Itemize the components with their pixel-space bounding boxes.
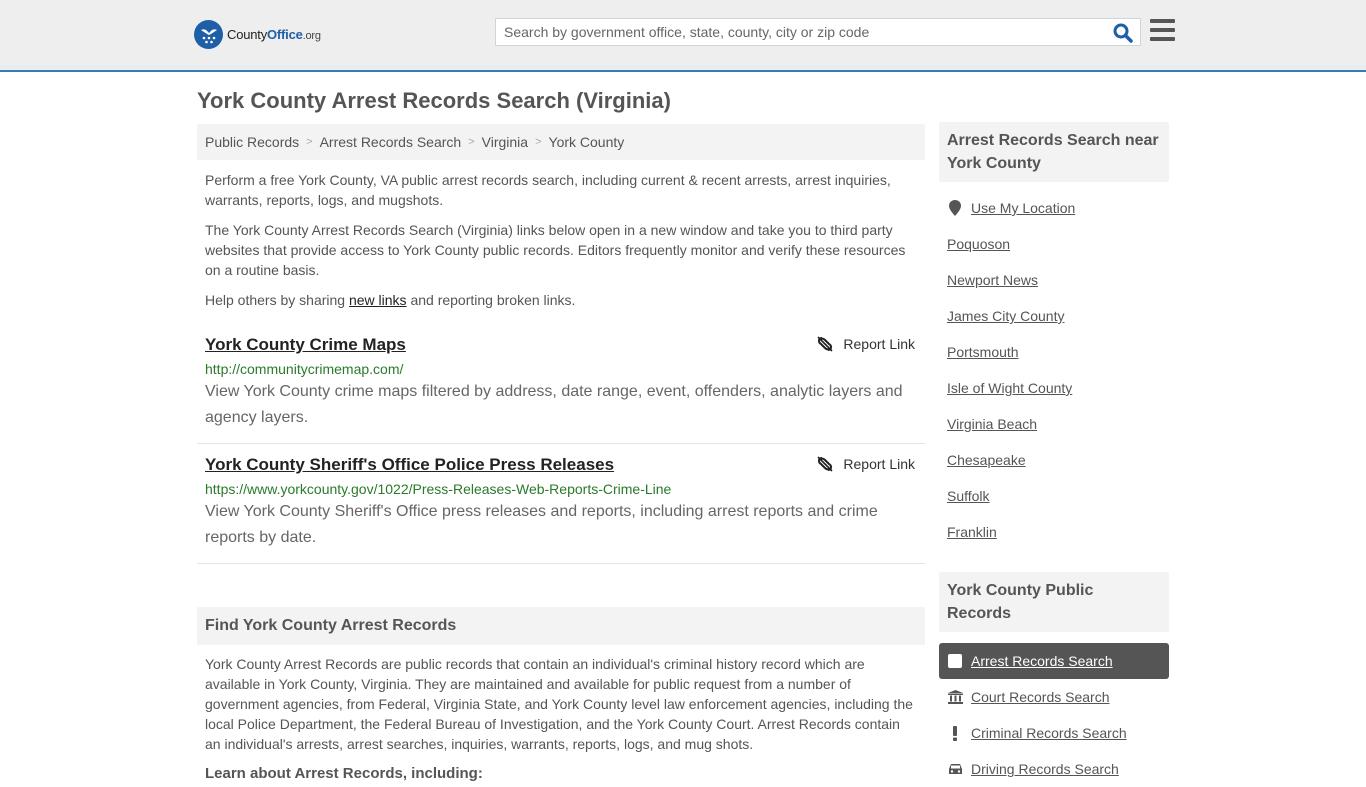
resource-link-description: View York County crime maps filtered by … [205, 383, 903, 426]
intro: Perform a free York County, VA public ar… [197, 170, 925, 310]
site-header: CountyOffice.org [0, 0, 1366, 72]
exclamation-icon [947, 725, 963, 741]
records-item-driving[interactable]: Driving Records Search [939, 751, 1169, 787]
nearby-link-james-city-county[interactable]: James City County [947, 308, 1064, 324]
nearby-link-isle-of-wight-county[interactable]: Isle of Wight County [947, 380, 1072, 396]
hamburger-menu-button[interactable] [1150, 19, 1175, 41]
car-icon [947, 763, 963, 776]
nearby-item: Isle of Wight County [947, 370, 1161, 406]
search-box [495, 18, 1141, 46]
intro-text: Help others by sharing [205, 292, 349, 308]
intro-paragraph-3: Help others by sharing new links and rep… [205, 290, 917, 310]
report-link-label: Report Link [843, 336, 915, 352]
logo-link[interactable]: CountyOffice.org [194, 20, 321, 49]
nearby-item: Virginia Beach [947, 406, 1161, 442]
public-records-list: Arrest Records Search Court Records Sear… [939, 643, 1169, 787]
logo-text: CountyOffice.org [227, 27, 321, 42]
resource-link-item: York County Sheriff's Office Police Pres… [197, 444, 925, 564]
nearby-link-virginia-beach[interactable]: Virginia Beach [947, 416, 1037, 432]
nearby-item: Poquoson [947, 226, 1161, 262]
resource-link-description: View York County Sheriff's Office press … [205, 503, 878, 546]
breadcrumb-arrest-records-search[interactable]: Arrest Records Search [320, 134, 462, 150]
resource-link-url[interactable]: https://www.yorkcounty.gov/1022/Press-Re… [205, 479, 917, 499]
nearby-item: Newport News [947, 262, 1161, 298]
use-my-location-link[interactable]: Use My Location [971, 200, 1075, 216]
nearby-list: Use My Location Poquoson Newport News Ja… [939, 190, 1169, 550]
eagle-stars-icon [194, 20, 223, 49]
new-links-link[interactable]: new links [349, 292, 407, 308]
nearby-link-franklin[interactable]: Franklin [947, 524, 997, 540]
page-title: York County Arrest Records Search (Virgi… [197, 88, 671, 113]
report-link-button[interactable]: Report Link [817, 456, 915, 472]
nearby-link-newport-news[interactable]: Newport News [947, 272, 1038, 288]
breadcrumb-separator: > [306, 136, 313, 148]
resource-link-title[interactable]: York County Sheriff's Office Police Pres… [205, 454, 614, 476]
broken-link-icon [817, 456, 833, 472]
logo-brand-second: Office [267, 27, 303, 42]
search-icon [1113, 23, 1133, 43]
logo-brand-first: County [227, 27, 267, 42]
nearby-link-chesapeake[interactable]: Chesapeake [947, 452, 1026, 468]
nearby-item: Suffolk [947, 478, 1161, 514]
intro-paragraph-2: The York County Arrest Records Search (V… [205, 222, 906, 278]
resource-link-title[interactable]: York County Crime Maps [205, 334, 406, 356]
nearby-item: James City County [947, 298, 1161, 334]
report-link-label: Report Link [843, 456, 915, 472]
broken-link-icon [817, 336, 833, 352]
nearby-item: Portsmouth [947, 334, 1161, 370]
breadcrumb: Public Records > Arrest Records Search >… [197, 124, 925, 160]
records-item-court[interactable]: Court Records Search [939, 679, 1169, 715]
menu-bar-icon [1150, 28, 1175, 32]
breadcrumb-public-records[interactable]: Public Records [205, 134, 299, 150]
use-location-item: Use My Location [947, 190, 1161, 226]
resource-link-url[interactable]: http://communitycrimemap.com/ [205, 359, 917, 379]
breadcrumb-virginia[interactable]: Virginia [482, 134, 528, 150]
menu-bar-icon [1150, 37, 1175, 41]
breadcrumb-york-county[interactable]: York County [549, 134, 625, 150]
records-item-criminal[interactable]: Criminal Records Search [939, 715, 1169, 751]
search-input[interactable] [496, 19, 1096, 45]
intro-paragraph-1: Perform a free York County, VA public ar… [205, 172, 891, 208]
find-records-body: York County Arrest Records are public re… [197, 654, 925, 782]
map-marker-icon [947, 200, 963, 216]
nearby-link-suffolk[interactable]: Suffolk [947, 488, 990, 504]
driving-records-search-link[interactable]: Driving Records Search [971, 761, 1119, 777]
report-link-button[interactable]: Report Link [817, 336, 915, 352]
public-records-heading: York County Public Records [939, 572, 1169, 632]
courthouse-icon [947, 690, 963, 704]
nearby-heading: Arrest Records Search near York County [939, 122, 1169, 182]
nearby-item: Franklin [947, 514, 1161, 550]
breadcrumb-separator: > [468, 136, 475, 148]
records-item-arrest[interactable]: Arrest Records Search [939, 643, 1169, 679]
nearby-link-portsmouth[interactable]: Portsmouth [947, 344, 1019, 360]
sidebar: Arrest Records Search near York County U… [939, 122, 1169, 787]
criminal-records-search-link[interactable]: Criminal Records Search [971, 725, 1127, 741]
breadcrumb-separator: > [535, 136, 542, 148]
intro-text: and reporting broken links. [406, 292, 576, 308]
arrest-records-search-link[interactable]: Arrest Records Search [971, 653, 1113, 669]
find-records-paragraph: York County Arrest Records are public re… [205, 656, 913, 752]
court-records-search-link[interactable]: Court Records Search [971, 689, 1110, 705]
nearby-item: Chesapeake [947, 442, 1161, 478]
nearby-link-poquoson[interactable]: Poquoson [947, 236, 1010, 252]
resource-link-item: York County Crime Maps Report Link http:… [197, 324, 925, 444]
logo-brand-suffix: .org [302, 30, 321, 42]
search-button[interactable] [1112, 22, 1134, 44]
main-content: Public Records > Arrest Records Search >… [197, 124, 925, 782]
menu-bar-icon [1150, 19, 1175, 23]
square-icon [947, 654, 963, 668]
find-records-heading: Find York County Arrest Records [197, 607, 925, 645]
